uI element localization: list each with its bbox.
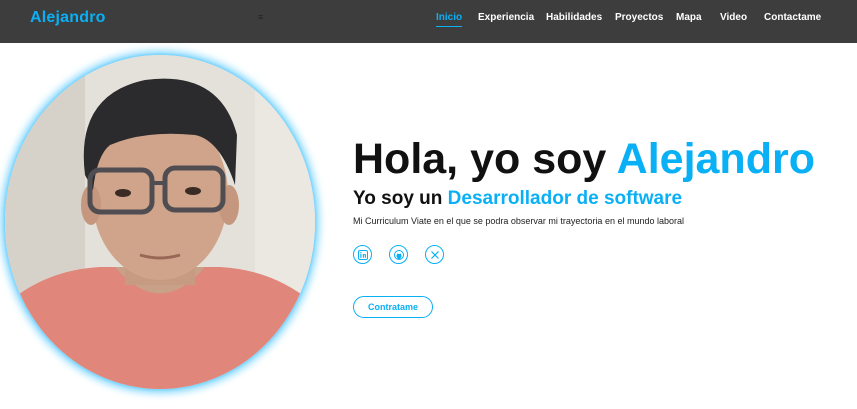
hero-greeting: Hola, yo soy	[353, 135, 617, 183]
hero-role: Desarrollador de software	[447, 188, 683, 209]
github-link[interactable]	[389, 245, 408, 264]
linkedin-link[interactable]	[353, 245, 372, 264]
profile-photo	[5, 55, 315, 389]
nav-item-proyectos[interactable]: Proyectos	[615, 12, 663, 24]
hero-title: Hola, yo soy Alejandro	[353, 135, 815, 183]
nav-item-habilidades[interactable]: Habilidades	[546, 12, 602, 24]
nav-item-experiencia[interactable]: Experiencia	[478, 12, 534, 24]
hero-subtitle: Yo soy un Desarrollador de software	[353, 187, 682, 211]
nav-item-inicio[interactable]: Inicio	[436, 12, 463, 27]
contratame-button[interactable]: Contratame	[353, 296, 433, 318]
hero-name: Alejandro	[616, 135, 815, 183]
navbar: Alejandro ≡ Inicio Experiencia Habilidad…	[0, 0, 857, 43]
github-icon	[393, 249, 404, 260]
profile-portrait-image	[5, 55, 315, 389]
nav-item-mapa[interactable]: Mapa	[676, 12, 702, 24]
x-twitter-icon	[430, 250, 439, 259]
hero-description: Mi Curriculum Viate en el que se podra o…	[353, 216, 684, 226]
nav-item-contactame[interactable]: Contactame	[764, 12, 821, 24]
x-twitter-link[interactable]	[425, 245, 444, 264]
linkedin-icon	[357, 249, 368, 260]
menu-toggle-icon[interactable]: ≡	[258, 12, 263, 22]
brand-logo[interactable]: Alejandro	[30, 9, 106, 27]
nav-item-video[interactable]: Video	[720, 12, 747, 24]
hero-role-prefix: Yo soy un	[353, 188, 448, 209]
